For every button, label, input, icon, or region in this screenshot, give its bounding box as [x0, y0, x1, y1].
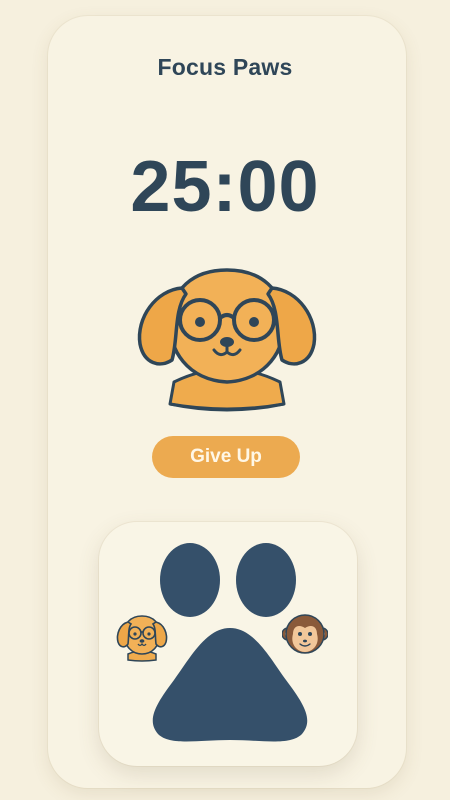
screen: Focus Paws 25:00 Give Up [0, 0, 450, 800]
timer-display: 25:00 [130, 147, 320, 227]
app-title: Focus Paws [157, 54, 293, 80]
monkey-avatar-icon [282, 614, 328, 654]
dog-with-glasses-icon [137, 268, 317, 412]
give-up-button[interactable]: Give Up [152, 436, 300, 478]
dog-avatar-icon [116, 615, 168, 662]
